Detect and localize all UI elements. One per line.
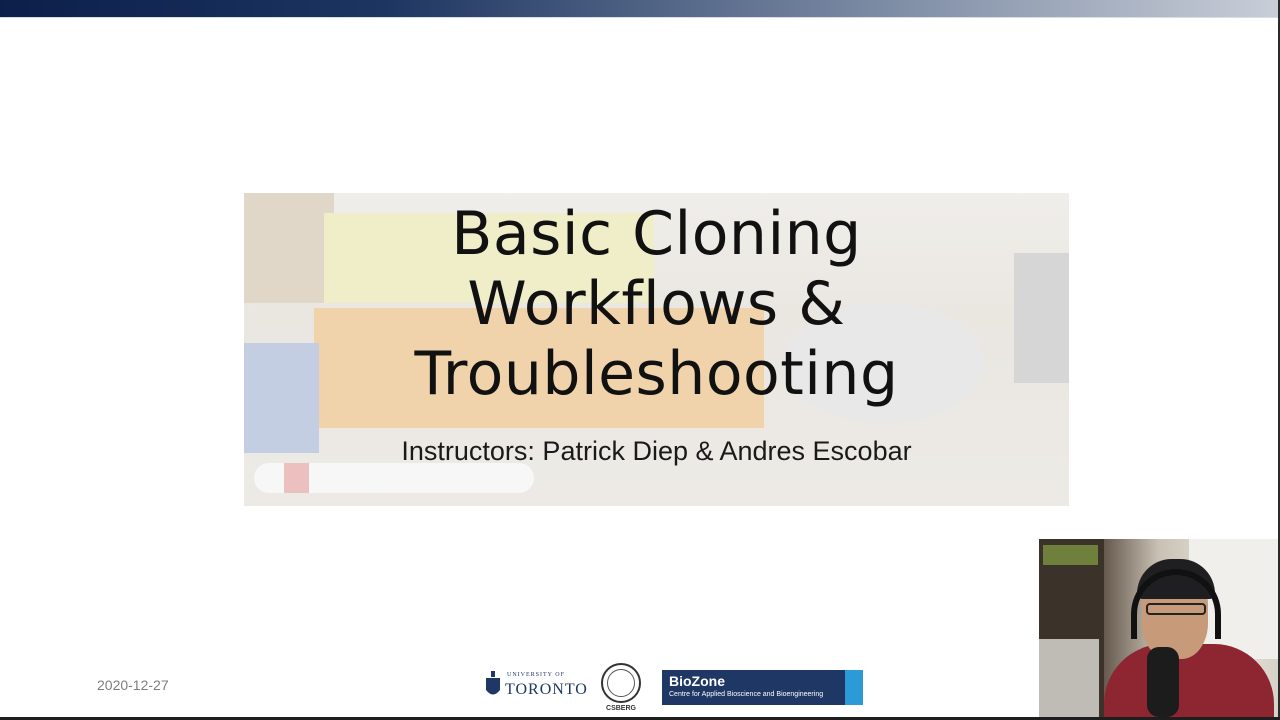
webcam-printer [1039,639,1099,717]
csberg-logo: CSBERG [598,663,648,715]
instructors-line: Instructors: Patrick Diep & Andres Escob… [401,436,912,466]
webcam-shelf-items [1043,545,1098,565]
biozone-logo: BioZone Centre for Applied Bioscience an… [662,670,863,705]
presenter-webcam [1039,539,1278,717]
biozone-accent-stripe [845,670,863,705]
slide-title: Basic Cloning Workflows & Troubleshootin… [414,199,899,409]
csberg-wordmark: CSBERG [606,705,636,712]
csberg-seal-inner [607,669,635,697]
webcam-microphone [1147,647,1179,717]
university-of-toronto-logo: UNIVERSITY OF TORONTO [485,668,588,704]
title-banner: Basic Cloning Workflows & Troubleshootin… [244,193,1069,506]
biozone-tagline: Centre for Applied Bioscience and Bioeng… [669,691,824,698]
slide-date: 2020-12-27 [97,677,169,693]
crest-icon [486,671,500,695]
header-divider [0,17,1280,18]
uoft-wordmark-small: UNIVERSITY OF [507,672,565,678]
slide-header-bar [0,0,1280,17]
uoft-wordmark: TORONTO [505,681,588,698]
biozone-wordmark: BioZone [669,673,725,689]
